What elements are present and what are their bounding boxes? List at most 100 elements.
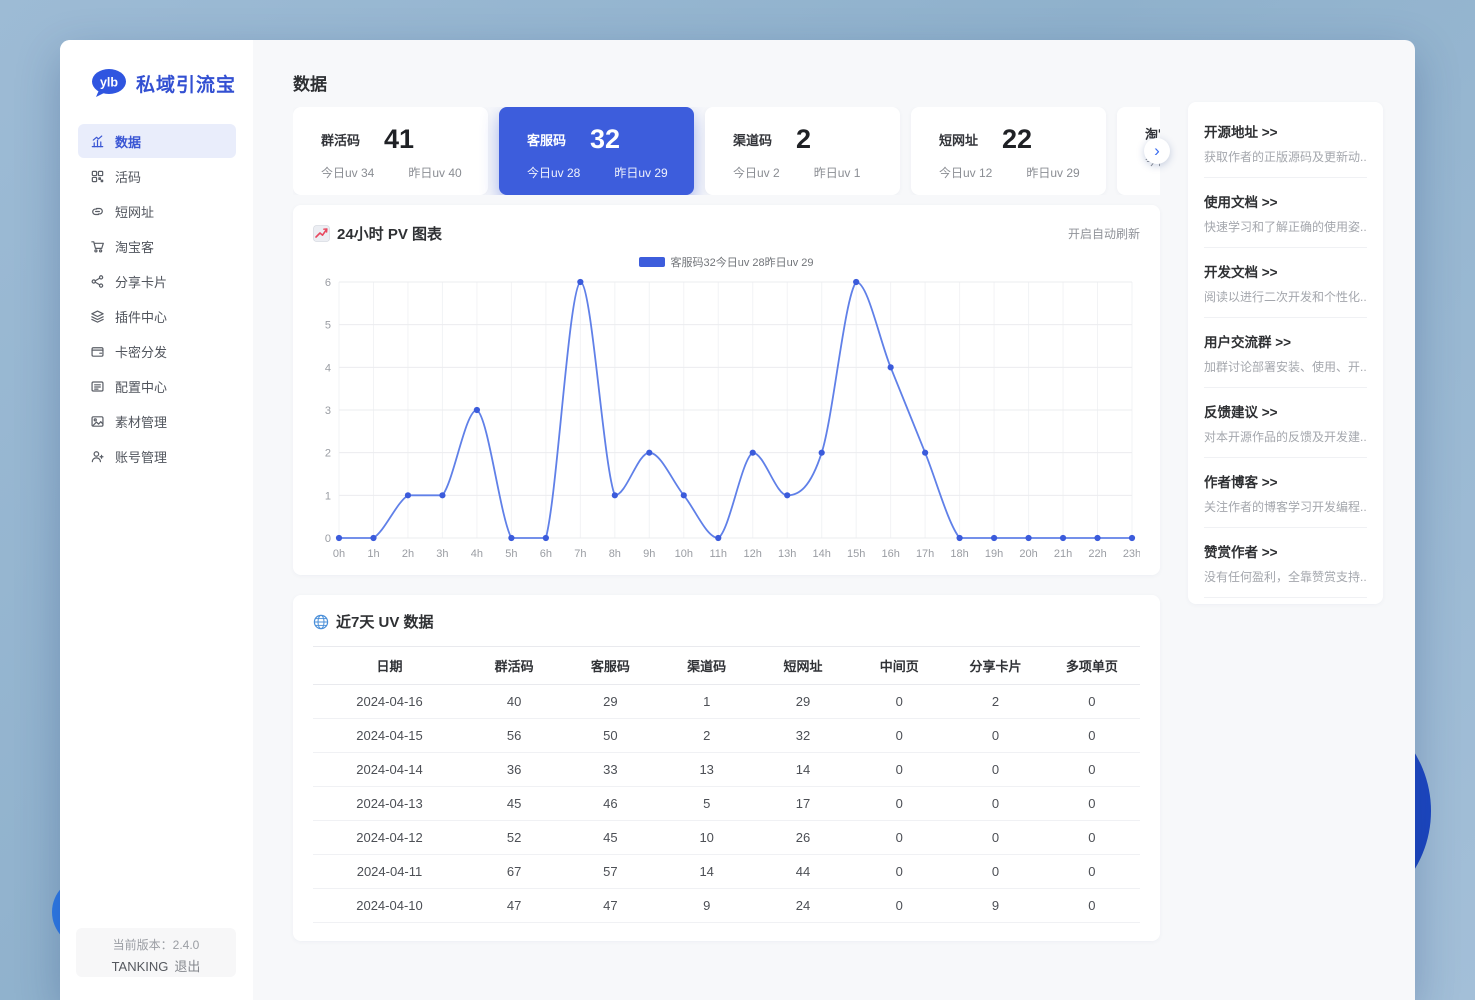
svg-text:11h: 11h bbox=[709, 548, 727, 560]
link-title-feedback[interactable]: 反馈建议 >> bbox=[1204, 401, 1367, 421]
svg-text:17h: 17h bbox=[916, 548, 934, 560]
table-cell: 50 bbox=[562, 719, 658, 753]
table-cell: 47 bbox=[466, 889, 562, 923]
page-title: 数据 bbox=[293, 70, 1160, 95]
sidebar-item-label: 数据 bbox=[115, 132, 141, 151]
svg-text:13h: 13h bbox=[778, 548, 796, 560]
table-row: 2024-04-164029129020 bbox=[313, 685, 1140, 719]
link-title-donate[interactable]: 赞赏作者 >> bbox=[1204, 541, 1367, 561]
table-column-header: 渠道码 bbox=[659, 647, 755, 685]
svg-text:10h: 10h bbox=[675, 548, 693, 560]
sidebar-item-card-key[interactable]: 卡密分发 bbox=[78, 334, 236, 368]
image-icon bbox=[90, 414, 105, 429]
table-cell: 0 bbox=[851, 855, 947, 889]
link-title-blog[interactable]: 作者博客 >> bbox=[1204, 471, 1367, 491]
links-panel: 开源地址 >>获取作者的正版源码及更新动...使用文档 >>快速学习和了解正确的… bbox=[1188, 102, 1383, 604]
table-cell: 36 bbox=[466, 753, 562, 787]
table-cell: 2 bbox=[659, 719, 755, 753]
svg-text:19h: 19h bbox=[985, 548, 1003, 560]
sidebar-item-config-center[interactable]: 配置中心 bbox=[78, 369, 236, 403]
content-column: 数据 群活码41今日uv 34昨日uv 40客服码32今日uv 28昨日uv 2… bbox=[293, 70, 1160, 941]
stat-card-3[interactable]: 渠道码2今日uv 2昨日uv 1 bbox=[705, 107, 900, 195]
svg-text:16h: 16h bbox=[881, 548, 899, 560]
table-cell: 17 bbox=[755, 787, 851, 821]
svg-text:3h: 3h bbox=[436, 548, 448, 560]
stat-card-value: 32 bbox=[590, 124, 620, 155]
carousel-next-button[interactable]: › bbox=[1144, 138, 1170, 164]
table-cell: 26 bbox=[755, 821, 851, 855]
stat-yesterday-uv: 昨日uv 29 bbox=[614, 164, 667, 181]
svg-text:9h: 9h bbox=[643, 548, 655, 560]
logo-title: 私域引流宝 bbox=[136, 70, 236, 97]
svg-text:6h: 6h bbox=[540, 548, 552, 560]
sidebar-item-label: 配置中心 bbox=[115, 377, 167, 396]
table-cell: 40 bbox=[466, 685, 562, 719]
table-cell: 0 bbox=[851, 685, 947, 719]
link-title-open-source[interactable]: 开源地址 >> bbox=[1204, 121, 1367, 141]
svg-text:14h: 14h bbox=[813, 548, 831, 560]
footer-username[interactable]: TANKING bbox=[112, 959, 169, 974]
table-cell: 0 bbox=[947, 719, 1043, 753]
sidebar-item-live-code[interactable]: 活码 bbox=[78, 159, 236, 193]
table-cell: 0 bbox=[1044, 821, 1140, 855]
svg-text:3: 3 bbox=[325, 405, 331, 417]
stat-card-value: 41 bbox=[384, 124, 414, 155]
table-cell: 2024-04-12 bbox=[313, 821, 466, 855]
table-header-row: 日期群活码客服码渠道码短网址中间页分享卡片多项单页 bbox=[313, 647, 1140, 685]
table-cell: 29 bbox=[755, 685, 851, 719]
version-label: 当前版本：2.4.0 bbox=[76, 936, 236, 953]
user-plus-icon bbox=[90, 449, 105, 464]
table-cell: 0 bbox=[1044, 855, 1140, 889]
link-title-user-group[interactable]: 用户交流群 >> bbox=[1204, 331, 1367, 351]
sidebar-item-short-url[interactable]: 短网址 bbox=[78, 194, 236, 228]
link-desc: 对本开源作品的反馈及开发建... bbox=[1204, 428, 1367, 445]
app-logo: ylb 私域引流宝 bbox=[60, 66, 253, 100]
sidebar-item-taobao[interactable]: 淘宝客 bbox=[78, 229, 236, 263]
auto-refresh-toggle[interactable]: 开启自动刷新 bbox=[1068, 225, 1140, 242]
sidebar-item-account[interactable]: 账号管理 bbox=[78, 439, 236, 473]
sidebar-item-material[interactable]: 素材管理 bbox=[78, 404, 236, 438]
table-column-header: 日期 bbox=[313, 647, 466, 685]
link-desc: 快速学习和了解正确的使用姿... bbox=[1204, 218, 1367, 235]
stat-yesterday-uv: 昨日uv 1 bbox=[814, 164, 861, 181]
stat-yesterday-uv: 昨日uv 40 bbox=[408, 164, 461, 181]
table-cell: 2024-04-15 bbox=[313, 719, 466, 753]
chart-legend: 客服码32今日uv 28昨日uv 29 bbox=[313, 254, 1140, 270]
table-cell: 0 bbox=[1044, 787, 1140, 821]
stat-cards-row: 群活码41今日uv 34昨日uv 40客服码32今日uv 28昨日uv 29渠道… bbox=[293, 107, 1160, 195]
table-cell: 2024-04-10 bbox=[313, 889, 466, 923]
table-cell: 1 bbox=[659, 685, 755, 719]
table-cell: 0 bbox=[851, 719, 947, 753]
table-cell: 47 bbox=[562, 889, 658, 923]
table-cell: 0 bbox=[851, 821, 947, 855]
link-title-dev-docs[interactable]: 开发文档 >> bbox=[1204, 261, 1367, 281]
table-cell: 0 bbox=[1044, 719, 1140, 753]
qrcode-icon bbox=[90, 169, 105, 184]
uv-table: 日期群活码客服码渠道码短网址中间页分享卡片多项单页 2024-04-164029… bbox=[313, 646, 1140, 923]
cart-icon bbox=[90, 239, 105, 254]
stat-card-1[interactable]: 群活码41今日uv 34昨日uv 40 bbox=[293, 107, 488, 195]
table-body: 2024-04-1640291290202024-04-155650232000… bbox=[313, 685, 1140, 923]
legend-label: 客服码32今日uv 28昨日uv 29 bbox=[670, 254, 813, 270]
table-column-header: 群活码 bbox=[466, 647, 562, 685]
svg-text:4: 4 bbox=[325, 362, 331, 374]
sidebar-item-data[interactable]: 数据 bbox=[78, 124, 236, 158]
table-row: 2024-04-1436331314000 bbox=[313, 753, 1140, 787]
sidebar: ylb 私域引流宝 数据活码短网址淘宝客分享卡片插件中心卡密分发配置中心素材管理… bbox=[60, 40, 253, 1000]
sidebar-item-label: 分享卡片 bbox=[115, 272, 167, 291]
share-icon bbox=[90, 274, 105, 289]
sidebar-item-plugin-center[interactable]: 插件中心 bbox=[78, 299, 236, 333]
stat-card-2[interactable]: 客服码32今日uv 28昨日uv 29 bbox=[499, 107, 694, 195]
sidebar-item-share-card[interactable]: 分享卡片 bbox=[78, 264, 236, 298]
table-cell: 52 bbox=[466, 821, 562, 855]
link-item-feedback: 反馈建议 >> 对本开源作品的反馈及开发建... bbox=[1204, 388, 1367, 458]
link-title-usage-docs[interactable]: 使用文档 >> bbox=[1204, 191, 1367, 211]
wallet-icon bbox=[90, 344, 105, 359]
logout-button[interactable]: 退出 bbox=[174, 959, 200, 974]
stat-card-label: 短网址 bbox=[939, 130, 978, 149]
svg-text:ylb: ylb bbox=[100, 76, 118, 90]
stat-card-4[interactable]: 短网址22今日uv 12昨日uv 29 bbox=[911, 107, 1106, 195]
svg-text:6: 6 bbox=[325, 277, 331, 289]
table-cell: 10 bbox=[659, 821, 755, 855]
svg-text:15h: 15h bbox=[847, 548, 865, 560]
